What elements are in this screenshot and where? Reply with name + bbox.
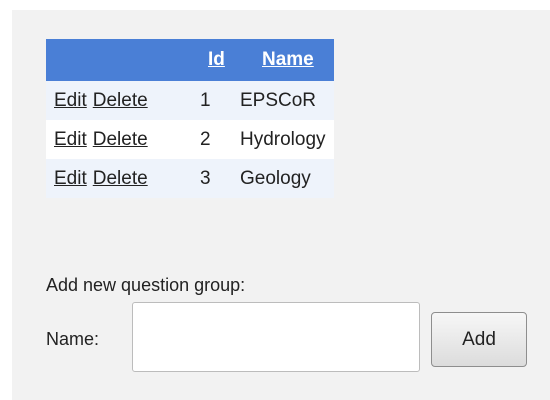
row-actions-cell: Edit Delete <box>46 120 200 159</box>
add-button[interactable]: Add <box>431 312 527 367</box>
name-column-header: Name <box>240 39 334 81</box>
question-group-grid: Id Name Edit Delete 1 EPSCoR Edit Delete 2… <box>46 39 334 198</box>
edit-link[interactable]: Edit <box>54 90 87 111</box>
add-group-caption: Add new question group: <box>46 275 246 295</box>
actions-column-header <box>46 39 200 81</box>
row-id-cell: 1 <box>200 81 240 120</box>
row-id-cell: 2 <box>200 120 240 159</box>
sort-by-id-link[interactable]: Id <box>208 49 225 70</box>
row-name-cell: Geology <box>240 159 334 198</box>
delete-link[interactable]: Delete <box>93 129 148 150</box>
edit-link[interactable]: Edit <box>54 168 87 189</box>
name-input[interactable] <box>132 302 420 372</box>
sort-by-name-link[interactable]: Name <box>262 49 314 70</box>
delete-link[interactable]: Delete <box>93 90 148 111</box>
row-id-cell: 3 <box>200 159 240 198</box>
id-column-header: Id <box>200 39 240 81</box>
edit-link[interactable]: Edit <box>54 129 87 150</box>
row-actions-cell: Edit Delete <box>46 159 200 198</box>
row-name-cell: EPSCoR <box>240 81 334 120</box>
grid-header-row: Id Name <box>46 39 334 81</box>
row-name-cell: Hydrology <box>240 120 334 159</box>
delete-link[interactable]: Delete <box>93 168 148 189</box>
table-row: Edit Delete 3 Geology <box>46 159 334 198</box>
table-row: Edit Delete 1 EPSCoR <box>46 81 334 120</box>
table-row: Edit Delete 2 Hydrology <box>46 120 334 159</box>
row-actions-cell: Edit Delete <box>46 81 200 120</box>
name-field-label: Name: <box>46 329 100 349</box>
